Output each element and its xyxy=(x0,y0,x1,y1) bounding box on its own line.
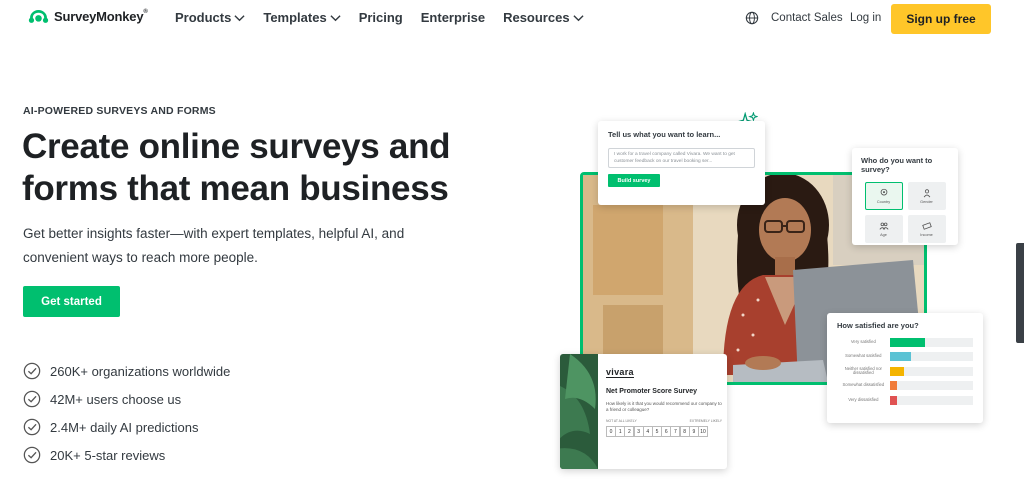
nav-pricing[interactable]: Pricing xyxy=(359,10,403,25)
get-started-button[interactable]: Get started xyxy=(23,286,120,317)
sign-up-button[interactable]: Sign up free xyxy=(891,4,991,34)
results-bar xyxy=(889,395,898,405)
ai-prompt-input[interactable]: I work for a travel company called Vivar… xyxy=(608,148,755,168)
results-bar xyxy=(889,366,904,376)
results-bar-track xyxy=(889,337,973,347)
results-row: Neither satisfied nor dissatisfied xyxy=(837,364,973,379)
audience-title: Who do you want to survey? xyxy=(861,156,933,174)
chevron-down-icon xyxy=(234,14,245,21)
hero-headline: Create online surveys and forms that mea… xyxy=(22,127,451,208)
results-row: Very dissatisfied xyxy=(837,393,973,408)
ai-prompt-title: Tell us what you want to learn... xyxy=(608,130,721,139)
results-bar-track xyxy=(889,395,973,405)
stat-item: 20K+ 5-star reviews xyxy=(23,441,230,469)
money-icon xyxy=(921,222,932,230)
results-row-label: Very dissatisfied xyxy=(848,396,879,402)
nav-enterprise[interactable]: Enterprise xyxy=(421,10,485,25)
stats-list: 260K+ organizations worldwide 42M+ users… xyxy=(23,357,230,469)
results-row-label: Very satisfied xyxy=(850,338,876,344)
nps-scale-labels: NOT AT ALL LIKELY EXTREMELY LIKELY xyxy=(606,419,722,423)
results-bar-track xyxy=(889,352,973,362)
nav-resources[interactable]: Resources xyxy=(503,10,584,25)
check-circle-icon xyxy=(23,418,41,436)
side-widget-tab[interactable] xyxy=(1016,243,1024,343)
check-circle-icon xyxy=(23,390,41,408)
pin-icon xyxy=(880,188,887,196)
contact-sales-link[interactable]: Contact Sales xyxy=(771,12,843,24)
results-row-label: Somewhat satisfied xyxy=(845,353,882,359)
person-icon xyxy=(923,189,930,198)
nav-products[interactable]: Products xyxy=(175,10,245,25)
audience-options: Country Gender Age Income xyxy=(861,182,949,243)
results-bar-track xyxy=(889,381,973,391)
nps-low-label: NOT AT ALL LIKELY xyxy=(606,419,637,423)
globe-icon[interactable] xyxy=(745,11,759,25)
stat-item: 42M+ users choose us xyxy=(23,385,230,413)
nps-body: vivara Net Promoter Score Survey How lik… xyxy=(606,362,722,437)
ai-prompt-card: Tell us what you want to learn... I work… xyxy=(598,121,765,205)
nps-scale: 0 1 2 3 4 5 6 7 8 9 10 xyxy=(606,426,722,437)
nps-survey-card: vivara Net Promoter Score Survey How lik… xyxy=(560,354,727,469)
check-circle-icon xyxy=(23,362,41,380)
chevron-down-icon xyxy=(330,14,341,21)
results-row-label: Neither satisfied nor dissatisfied xyxy=(844,365,882,376)
results-row: Somewhat satisfied xyxy=(837,350,973,365)
nps-score-option[interactable]: 10 xyxy=(698,426,709,437)
results-bar xyxy=(889,337,925,347)
nav-links: Products Templates Pricing Enterprise Re… xyxy=(175,10,602,25)
nps-question: How likely is it that you would recommen… xyxy=(606,401,722,412)
results-row: Somewhat dissatisfied xyxy=(837,379,973,394)
chevron-down-icon xyxy=(572,14,584,21)
results-bar-track xyxy=(889,366,973,376)
stat-item: 2.4M+ daily AI predictions xyxy=(23,413,230,441)
results-card: How satisfied are you? Very satisfied Som… xyxy=(827,313,983,423)
surveymonkey-logo-icon xyxy=(28,9,49,23)
stat-item: 260K+ organizations worldwide xyxy=(23,357,230,385)
people-icon xyxy=(879,222,888,230)
results-row: Very satisfied xyxy=(837,335,973,350)
results-title: How satisfied are you? xyxy=(837,321,919,330)
results-rows: Very satisfied Somewhat satisfied Neither … xyxy=(837,335,973,408)
audience-option-country[interactable]: Country xyxy=(864,182,903,210)
nps-high-label: EXTREMELY LIKELY xyxy=(689,419,722,423)
audience-option-income[interactable]: Income xyxy=(907,215,946,243)
logo[interactable]: SurveyMonkey® xyxy=(28,9,148,24)
nps-title: Net Promoter Score Survey xyxy=(606,388,698,395)
audience-option-age[interactable]: Age xyxy=(864,215,903,243)
audience-option-gender[interactable]: Gender xyxy=(907,182,946,210)
vivara-brand: vivara xyxy=(606,367,634,378)
nps-leaf-image xyxy=(560,354,598,469)
check-circle-icon xyxy=(23,446,41,464)
build-survey-button[interactable]: Build survey xyxy=(608,174,660,187)
results-row-label: Somewhat dissatisfied xyxy=(842,382,885,388)
results-bar xyxy=(889,352,911,362)
audience-card: Who do you want to survey? Country Gende… xyxy=(852,148,958,245)
hero-eyebrow: AI-POWERED SURVEYS AND FORMS xyxy=(23,105,216,117)
hero-subtitle: Get better insights faster—with expert t… xyxy=(23,226,405,265)
top-nav: SurveyMonkey® Products Templates Pricing… xyxy=(0,0,1024,40)
results-bar xyxy=(889,381,898,391)
login-link[interactable]: Log in xyxy=(850,12,881,24)
nav-templates[interactable]: Templates xyxy=(263,10,341,25)
logo-text: SurveyMonkey® xyxy=(54,9,148,24)
